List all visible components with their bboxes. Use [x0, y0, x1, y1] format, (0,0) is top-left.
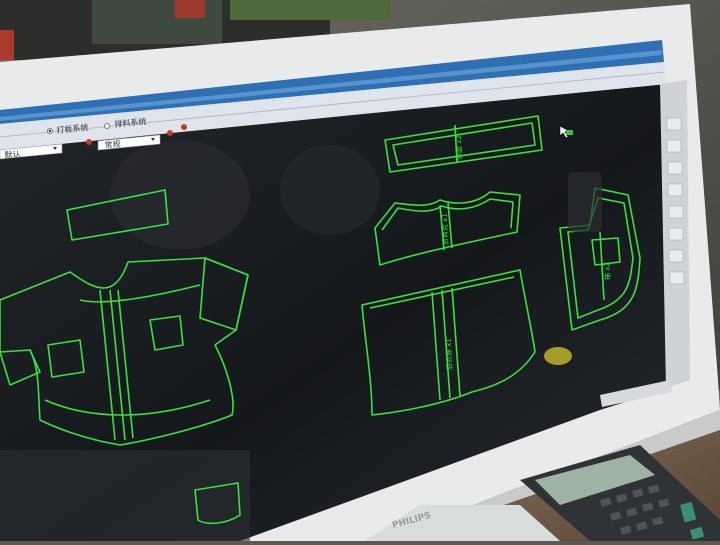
- front-grain-label: 后衣身 x1: [444, 338, 454, 370]
- screen-reflection-2: [280, 145, 380, 235]
- red-object-top-left: [0, 30, 14, 60]
- photo-svg: 后衣身 x1 后育克 x1 领面 x2 袖 x2 PHILIPS: [0, 0, 720, 541]
- photo-scene: 后衣身 x1 后育克 x1 领面 x2 袖 x2 PHILIPS 打板系统 排料…: [0, 0, 720, 541]
- yoke-grain-label: 后育克 x1: [440, 213, 450, 245]
- toolbar-radio-2[interactable]: [104, 123, 110, 129]
- toolbar-dropdown-value-2[interactable]: 常规: [104, 140, 121, 150]
- background-plant: [230, 0, 390, 20]
- red-sign-top: [175, 0, 205, 18]
- toolbar-dropdown-value[interactable]: 默认: [4, 150, 21, 160]
- bottle-reflection: [568, 172, 602, 232]
- toolbar-red-icon-3[interactable]: [181, 124, 187, 130]
- toolbar-system-label[interactable]: 打板系统: [56, 123, 89, 135]
- tape-roll: [544, 347, 572, 365]
- strip-grain-label: 领面 x2: [454, 135, 464, 160]
- toolbar-radio-1[interactable]: [47, 128, 53, 134]
- screen-reflection: [110, 140, 250, 250]
- toolbar-red-icon-2[interactable]: [167, 130, 173, 136]
- toolbar-system-label-2[interactable]: 排料系统: [114, 117, 147, 129]
- screen-reflection-keyboard: [0, 450, 250, 541]
- sleeve-grain-label: 袖 x2: [602, 262, 612, 280]
- toolbar-red-icon-1[interactable]: [86, 139, 92, 145]
